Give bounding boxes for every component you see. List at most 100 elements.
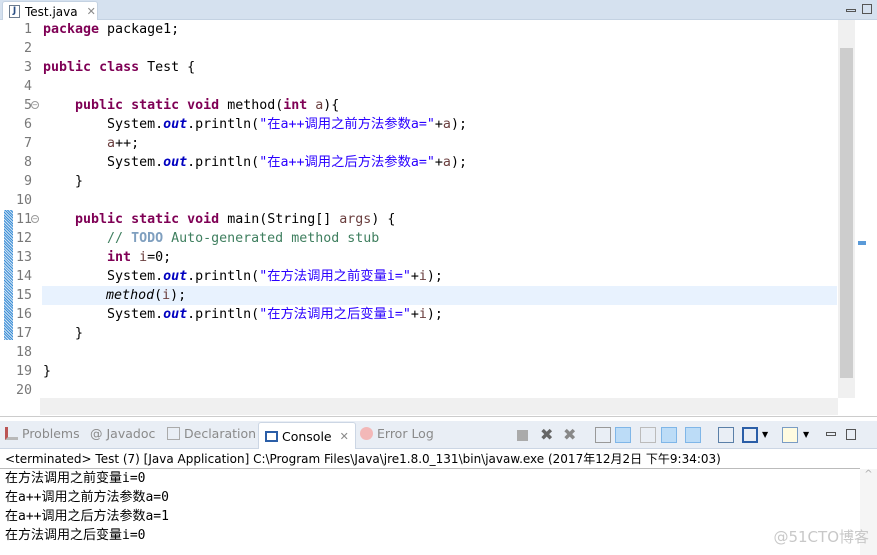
tab-console[interactable]: Console ✕: [258, 422, 356, 449]
close-icon[interactable]: ✕: [87, 5, 96, 18]
code-token: method(: [219, 98, 284, 113]
code-line[interactable]: int i=0;: [43, 248, 837, 267]
minimize-button[interactable]: [846, 9, 856, 12]
minimize-button[interactable]: [826, 432, 836, 436]
code-token: "在a++调用之后方法参数a=": [259, 155, 435, 170]
scroll-lock-icon[interactable]: [615, 427, 631, 443]
chevron-down-icon[interactable]: ▼: [762, 427, 778, 443]
word-wrap-icon[interactable]: [640, 427, 656, 443]
code-token: class: [99, 60, 140, 75]
horizontal-scrollbar[interactable]: [40, 398, 838, 415]
tab-problems[interactable]: Problems: [5, 426, 80, 441]
code-editor[interactable]: 1 2 3 4 5−6 7 8 9 10 11−12 13 14 15 16 17 18 19 20 packag…: [0, 20, 877, 417]
line-number: 20: [15, 383, 32, 398]
remove-all-icon[interactable]: ✖: [563, 427, 579, 443]
code-line[interactable]: System.out.println("在方法调用之前变量i="+i);: [43, 267, 837, 286]
code-token: }: [43, 326, 84, 341]
fold-toggle-icon[interactable]: −: [31, 215, 39, 223]
code-token: int: [107, 250, 132, 265]
code-line[interactable]: System.out.println("在方法调用之后变量i="+i);: [43, 305, 837, 324]
code-token: .println(: [187, 155, 260, 170]
console-output-line: 在a++调用之前方法参数a=0: [5, 490, 169, 505]
code-token: );: [170, 288, 187, 303]
tab-error-log[interactable]: Error Log: [360, 426, 434, 441]
pin-console-icon[interactable]: [718, 427, 734, 443]
line-number: 12: [15, 231, 32, 246]
tab-javadoc[interactable]: @ Javadoc: [90, 426, 155, 441]
code-token: System.: [43, 117, 164, 132]
scroll-thumb[interactable]: [840, 48, 853, 378]
code-line[interactable]: a++;: [43, 134, 837, 153]
open-console-icon[interactable]: [782, 427, 798, 443]
code-token: +: [410, 269, 419, 284]
tab-test-java[interactable]: J Test.java ✕: [2, 1, 98, 21]
code-line[interactable]: }: [43, 172, 837, 191]
line-number: 3: [23, 60, 32, 75]
code-line[interactable]: System.out.println("在a++调用之后方法参数a="+a);: [43, 153, 837, 172]
code-line[interactable]: public static void method(int a){: [43, 96, 837, 115]
code-line[interactable]: System.out.println("在a++调用之前方法参数a="+a);: [43, 115, 837, 134]
maximize-button[interactable]: [862, 4, 872, 14]
code-token: package1;: [99, 22, 180, 37]
code-token: args: [339, 212, 372, 227]
line-number: 16: [15, 307, 32, 322]
fold-toggle-icon[interactable]: −: [31, 101, 39, 109]
code-token: ){: [323, 98, 340, 113]
code-token: +: [434, 117, 443, 132]
close-icon[interactable]: ✕: [340, 430, 349, 443]
overview-ruler[interactable]: [856, 20, 877, 398]
line-number: 9: [23, 174, 32, 189]
code-token: i: [162, 288, 171, 303]
editor-tab-bar: J Test.java ✕: [0, 0, 877, 21]
code-token: void: [187, 98, 220, 113]
line-number: 19: [15, 364, 32, 379]
code-line[interactable]: public class Test {: [43, 58, 837, 77]
maximize-button[interactable]: [846, 429, 856, 440]
display-console-icon[interactable]: [742, 427, 758, 443]
show-on-stderr-icon[interactable]: [685, 427, 701, 443]
code-line[interactable]: }: [43, 362, 837, 381]
remove-launch-icon[interactable]: ✖: [540, 427, 556, 443]
tab-declaration[interactable]: Declaration: [167, 426, 256, 441]
stop-icon[interactable]: [517, 430, 528, 441]
line-number: 10: [15, 193, 32, 208]
code-token: .println(: [187, 117, 260, 132]
code-line[interactable]: [43, 77, 837, 96]
code-line[interactable]: package package1;: [43, 20, 837, 39]
tab-label: Error Log: [377, 426, 434, 441]
console-panel: Problems @ Javadoc Declaration Console ✕ E…: [0, 421, 877, 555]
java-file-icon: J: [9, 5, 20, 18]
code-line[interactable]: [43, 39, 837, 58]
code-line[interactable]: [43, 343, 837, 362]
console-header: <terminated> Test (7) [Java Application]…: [5, 452, 721, 466]
line-number: 13: [15, 250, 32, 265]
code-line[interactable]: public static void main(String[] args) {: [43, 210, 837, 229]
line-number: 2: [23, 41, 32, 56]
code-line[interactable]: [43, 191, 837, 210]
chevron-down-icon[interactable]: ▼: [803, 427, 819, 443]
line-number: 17: [15, 326, 32, 341]
line-number: 18: [15, 345, 32, 360]
code-token: );: [450, 155, 467, 170]
code-line[interactable]: // TODO Auto-generated method stub: [43, 229, 837, 248]
occurrence-marker[interactable]: [858, 241, 866, 245]
clear-console-icon[interactable]: [595, 427, 611, 443]
show-on-stdout-icon[interactable]: [661, 427, 677, 443]
vertical-scrollbar[interactable]: [838, 20, 855, 398]
code-token: int: [283, 98, 308, 113]
code-token: a: [442, 117, 451, 132]
console-output-line: 在a++调用之后方法参数a=1: [5, 509, 169, 524]
tab-label: Console: [282, 428, 332, 444]
console-output-line: 在方法调用之前变量i=0: [5, 471, 146, 486]
code-line[interactable]: method(i);: [42, 286, 837, 305]
code-token: out: [163, 269, 188, 284]
code-token: ) {: [371, 212, 396, 227]
code-token: (: [154, 288, 163, 303]
code-line[interactable]: }: [43, 324, 837, 343]
line-number: 5: [23, 98, 32, 113]
